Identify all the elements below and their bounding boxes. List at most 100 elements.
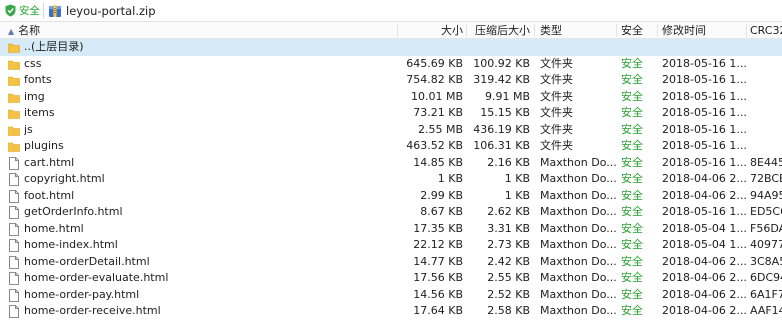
list-item[interactable]: cart.html 14.85 KB 2.16 KB Maxthon Do...… <box>0 155 782 172</box>
archive-name: leyou-portal.zip <box>66 3 156 18</box>
file-size: 645.69 KB <box>406 56 463 70</box>
file-name: foot.html <box>24 188 75 202</box>
shield-check-icon <box>5 4 16 17</box>
file-packed-size: 1 KB <box>504 172 530 185</box>
file-type: Maxthon Do... <box>540 254 616 268</box>
column-safe[interactable]: 安全 <box>621 22 643 39</box>
file-safety: 安全 <box>621 172 643 185</box>
file-type: Maxthon Do... <box>540 205 616 218</box>
file-size: 1 KB <box>437 172 463 185</box>
list-item[interactable]: home-index.html 22.12 KB 2.73 KB Maxthon… <box>0 237 782 254</box>
file-size: 17.35 KB <box>413 221 463 235</box>
file-crc: F56DA <box>750 221 782 235</box>
file-name: home-orderDetail.html <box>24 254 150 268</box>
list-item[interactable]: home.html 17.35 KB 3.31 KB Maxthon Do...… <box>0 221 782 238</box>
column-name[interactable]: ▲ 名称 <box>8 22 40 39</box>
file-size: 14.77 KB <box>413 254 463 268</box>
list-item-parent-dir[interactable]: ..(上层目录) <box>0 39 782 56</box>
file-size: 73.21 KB <box>413 106 463 119</box>
list-item[interactable]: home-order-receive.html 17.64 KB 2.58 KB… <box>0 303 782 320</box>
file-type: Maxthon Do... <box>540 188 616 202</box>
list-item[interactable]: foot.html 2.99 KB 1 KB Maxthon Do... 安全 … <box>0 188 782 205</box>
file-name: home-index.html <box>24 238 118 251</box>
file-name: home-order-evaluate.html <box>24 271 169 284</box>
file-type: Maxthon Do... <box>540 238 616 251</box>
file-type: Maxthon Do... <box>540 221 616 235</box>
file-icon <box>9 272 19 285</box>
file-size: 754.82 KB <box>406 73 463 86</box>
file-modified-time: 2018-05-16 1... <box>662 122 746 136</box>
column-crc[interactable]: CRC32 <box>750 22 782 39</box>
folder-icon <box>8 126 20 136</box>
column-header: ▲名称 大小 压缩后大小 类型 安全 修改时间 CRC32 <box>0 22 782 39</box>
folder-icon <box>8 76 20 86</box>
file-size: 14.56 KB <box>413 287 463 301</box>
archive-path-item[interactable]: leyou-portal.zip <box>44 4 156 18</box>
file-safety: 安全 <box>621 139 643 152</box>
file-crc <box>750 56 782 73</box>
file-icon <box>9 189 19 203</box>
file-name: home.html <box>24 221 84 235</box>
file-modified-time: 2018-05-04 1... <box>662 221 746 235</box>
file-safety: 安全 <box>621 106 643 119</box>
column-type[interactable]: 类型 <box>540 22 562 39</box>
file-crc: 6DC94 <box>750 271 782 284</box>
list-item[interactable]: getOrderInfo.html 8.67 KB 2.62 KB Maxtho… <box>0 204 782 221</box>
file-crc: 6A1F7 <box>750 287 782 301</box>
column-size[interactable]: 大小 <box>398 22 463 39</box>
list-item[interactable]: css 645.69 KB 100.92 KB 文件夹 安全 2018-05-1… <box>0 56 782 73</box>
column-divider[interactable] <box>534 24 535 37</box>
file-size: 14.85 KB <box>413 155 463 169</box>
file-crc: AAF14 <box>750 304 782 317</box>
file-size: 2.99 KB <box>420 188 463 202</box>
file-packed-size: 3.31 KB <box>487 221 530 235</box>
file-name: img <box>24 89 45 103</box>
file-safety: 安全 <box>621 271 643 284</box>
file-icon <box>9 222 19 236</box>
list-item[interactable]: img 10.01 MB 9.91 MB 文件夹 安全 2018-05-16 1… <box>0 89 782 106</box>
file-safety: 安全 <box>621 73 643 86</box>
file-crc <box>750 122 782 139</box>
folder-icon <box>8 93 20 103</box>
file-packed-size: 2.55 KB <box>487 271 530 284</box>
file-packed-size: 2.73 KB <box>487 238 530 251</box>
column-divider[interactable] <box>616 24 617 37</box>
list-item[interactable]: copyright.html 1 KB 1 KB Maxthon Do... 安… <box>0 171 782 188</box>
file-modified-time: 2018-04-06 2... <box>662 287 746 301</box>
file-modified-time: 2018-04-06 2... <box>662 271 746 284</box>
file-size: 17.64 KB <box>413 304 463 317</box>
file-icon <box>9 288 19 302</box>
list-item[interactable]: plugins 463.52 KB 106.31 KB 文件夹 安全 2018-… <box>0 138 782 155</box>
sort-ascending-icon: ▲ <box>8 27 15 36</box>
file-modified-time: 2018-05-16 1... <box>662 205 746 218</box>
security-label: 安全 <box>19 5 40 17</box>
file-icon <box>9 239 19 252</box>
file-safety: 安全 <box>621 205 643 218</box>
file-name: getOrderInfo.html <box>24 205 123 218</box>
list-item[interactable]: js 2.55 MB 436.19 KB 文件夹 安全 2018-05-16 1… <box>0 122 782 139</box>
column-divider[interactable] <box>746 24 747 37</box>
security-badge[interactable]: 安全 <box>2 2 44 19</box>
file-size: 22.12 KB <box>413 238 463 251</box>
list-item[interactable]: home-order-evaluate.html 17.56 KB 2.55 K… <box>0 270 782 287</box>
file-icon <box>9 156 19 170</box>
file-modified-time: 2018-05-16 1... <box>662 155 746 169</box>
file-modified-time: 2018-05-04 1... <box>662 238 746 251</box>
column-packed[interactable]: 压缩后大小 <box>467 22 530 39</box>
file-name: cart.html <box>24 155 75 169</box>
list-item[interactable]: home-order-pay.html 14.56 KB 2.52 KB Max… <box>0 287 782 304</box>
file-packed-size: 319.42 KB <box>473 73 530 86</box>
column-mtime[interactable]: 修改时间 <box>662 22 706 39</box>
file-modified-time: 2018-05-16 1... <box>662 56 746 70</box>
file-icon <box>9 305 19 318</box>
list-item[interactable]: fonts 754.82 KB 319.42 KB 文件夹 安全 2018-05… <box>0 72 782 89</box>
file-safety: 安全 <box>621 238 643 251</box>
list-item[interactable]: home-orderDetail.html 14.77 KB 2.42 KB M… <box>0 254 782 271</box>
file-modified-time: 2018-04-06 2... <box>662 172 746 185</box>
file-packed-size: 2.58 KB <box>487 304 530 317</box>
file-modified-time: 2018-05-16 1... <box>662 139 746 152</box>
column-divider[interactable] <box>657 24 658 37</box>
column-name-label: 名称 <box>18 24 41 37</box>
folder-icon <box>8 43 20 53</box>
list-item[interactable]: items 73.21 KB 15.15 KB 文件夹 安全 2018-05-1… <box>0 105 782 122</box>
